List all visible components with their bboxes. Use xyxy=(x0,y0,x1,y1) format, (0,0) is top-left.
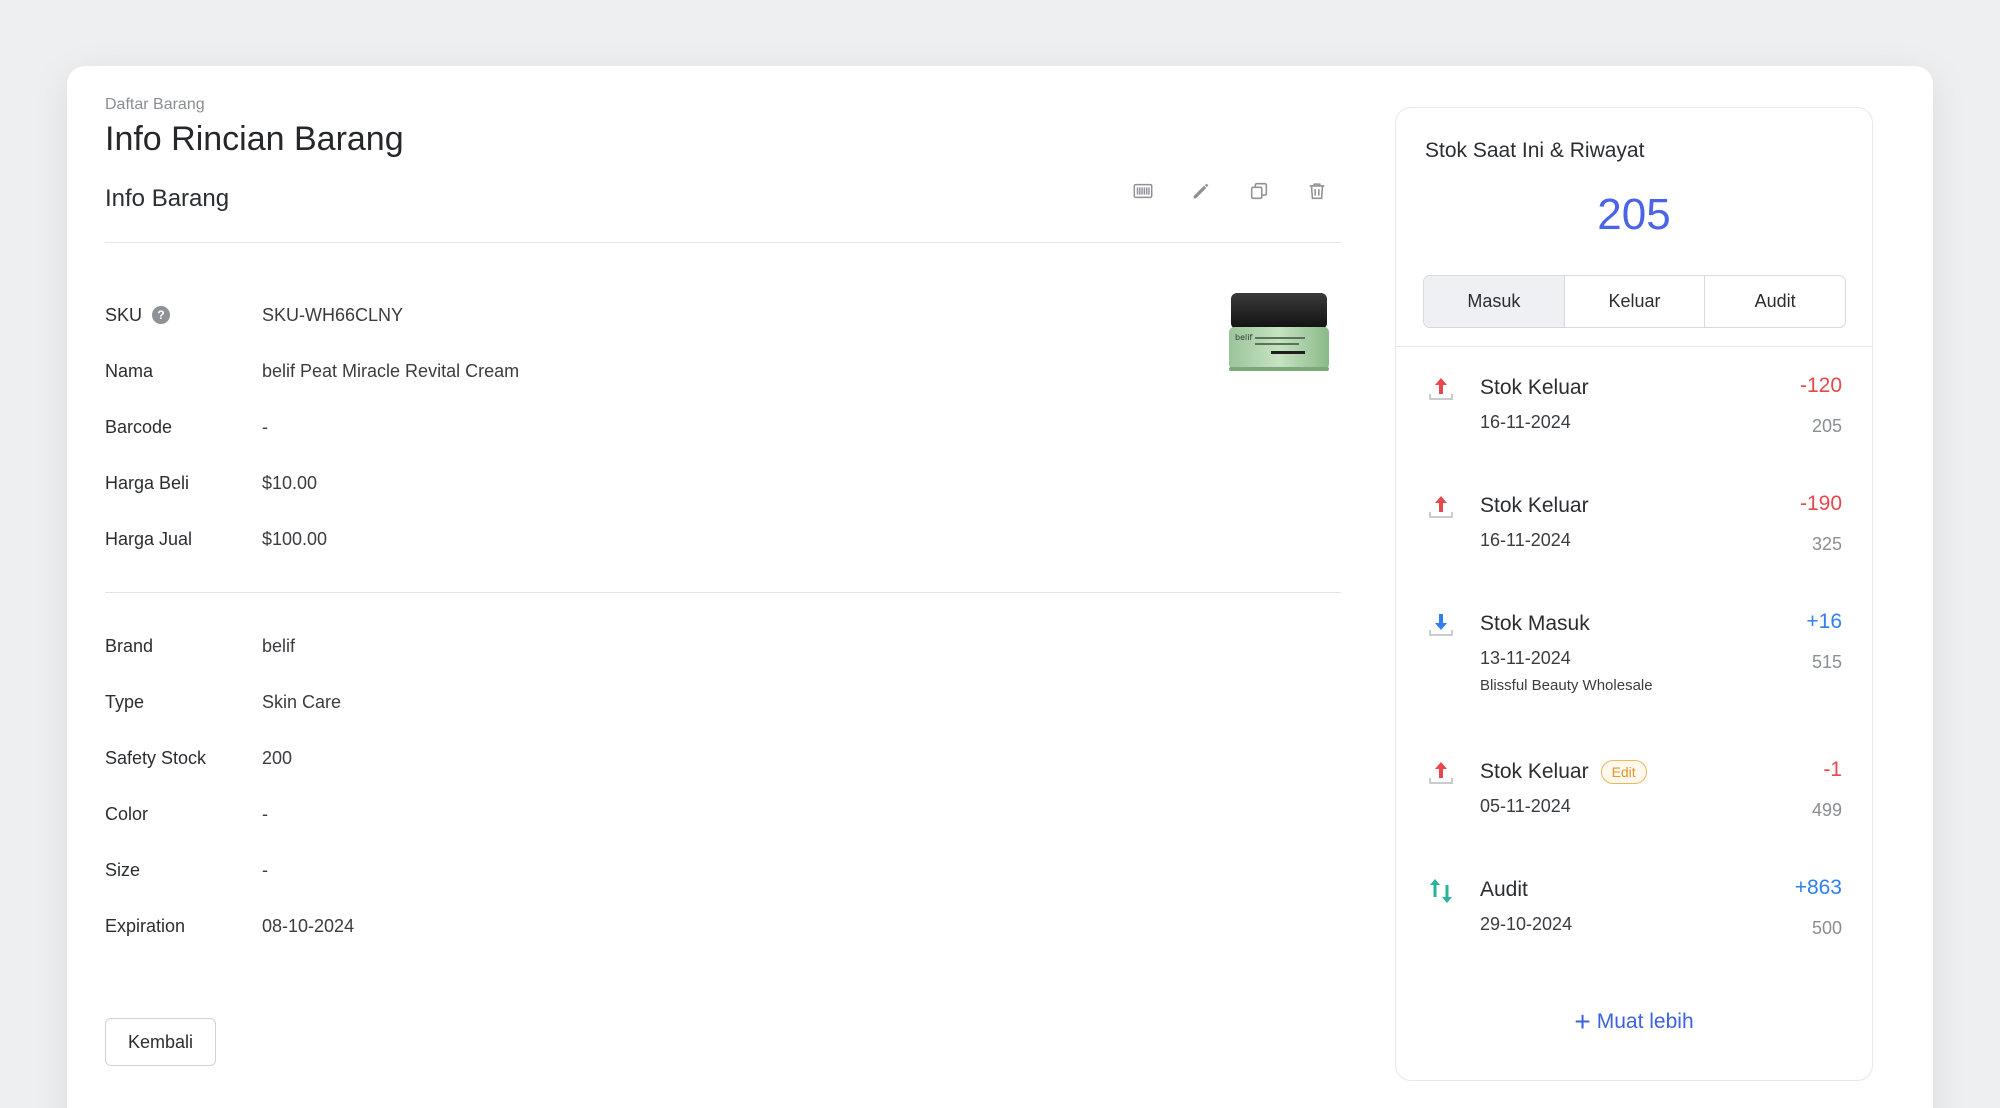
pencil-icon xyxy=(1193,183,1209,199)
barcode-icon xyxy=(1133,183,1153,199)
history-date: 16-11-2024 xyxy=(1480,530,1571,550)
field-row-sku: SKU ? SKU-WH66CLNY xyxy=(105,287,1341,343)
tab-audit[interactable]: Audit xyxy=(1704,276,1845,327)
history-date: 29-10-2024 xyxy=(1480,914,1573,934)
back-button[interactable]: Kembali xyxy=(105,1018,217,1066)
field-label: Color xyxy=(105,803,149,824)
history-date: 05-11-2024 xyxy=(1480,796,1571,816)
secondary-fields: Brand belif Type Skin Care Safety Stock … xyxy=(105,618,1341,954)
history-title: Stok Keluar xyxy=(1480,494,1589,517)
arrow-up-icon xyxy=(1429,378,1453,400)
history-item[interactable]: Audit +863 29-10-2024 500 xyxy=(1396,874,1872,992)
stock-panel-title: Stok Saat Ini & Riwayat xyxy=(1425,139,1645,162)
divider xyxy=(105,592,1341,593)
field-value: Skin Care xyxy=(262,691,342,712)
field-row-size: Size - xyxy=(105,842,1341,898)
history-delta: +863 xyxy=(1794,876,1842,899)
history-title: Stok Masuk xyxy=(1480,612,1590,635)
history-note: Blissful Beauty Wholesale xyxy=(1480,677,1653,694)
field-label: Type xyxy=(105,691,145,712)
copy-icon xyxy=(1250,182,1268,200)
barcode-button[interactable] xyxy=(1131,179,1155,203)
history-list: Stok Keluar -120 16-11-2024 205 Stok Kel… xyxy=(1396,372,1872,992)
field-value: - xyxy=(262,416,268,437)
field-row-color: Color - xyxy=(105,786,1341,842)
history-tabs: Masuk Keluar Audit xyxy=(1423,275,1846,328)
history-balance: 515 xyxy=(1811,652,1842,672)
section-header: Info Barang xyxy=(105,182,1341,243)
trash-icon xyxy=(1309,183,1325,200)
history-date: 16-11-2024 xyxy=(1480,412,1571,432)
edit-badge: Edit xyxy=(1600,760,1647,784)
plus-icon: + xyxy=(1574,1006,1591,1037)
field-label: SKU xyxy=(105,304,143,325)
field-value: belif xyxy=(262,635,296,656)
field-value: $10.00 xyxy=(262,472,318,493)
history-balance: 500 xyxy=(1811,918,1842,938)
field-label: Expiration xyxy=(105,915,186,936)
field-value: 08-10-2024 xyxy=(262,915,355,936)
primary-fields: belif SKU ? SKU-WH66CLNY Nama belif Peat… xyxy=(105,287,1341,567)
history-title: Stok Keluar xyxy=(1480,376,1589,399)
tab-keluar[interactable]: Keluar xyxy=(1563,276,1705,327)
product-label: belif xyxy=(1235,333,1252,342)
field-row-safety-stock: Safety Stock 200 xyxy=(105,730,1341,786)
history-delta: +16 xyxy=(1806,610,1842,633)
page-title: Info Rincian Barang xyxy=(105,120,404,158)
history-title: Audit xyxy=(1480,878,1528,901)
current-stock-value: 205 xyxy=(1597,190,1671,239)
history-delta: -190 xyxy=(1799,492,1842,515)
field-value: belif Peat Miracle Revital Cream xyxy=(262,360,520,381)
arrow-up-icon xyxy=(1429,762,1453,784)
history-balance: 205 xyxy=(1811,416,1842,436)
field-row-name: Nama belif Peat Miracle Revital Cream xyxy=(105,343,1341,399)
product-image: belif xyxy=(1229,293,1329,371)
field-row-brand: Brand belif xyxy=(105,618,1341,674)
field-value: $100.00 xyxy=(262,528,328,549)
field-value: - xyxy=(262,859,268,880)
delete-button[interactable] xyxy=(1305,179,1329,203)
item-toolbar xyxy=(1131,179,1329,203)
history-balance: 499 xyxy=(1811,800,1842,820)
field-label: Harga Jual xyxy=(105,528,193,549)
item-info-panel: Daftar Barang Info Rincian Barang Info B… xyxy=(105,96,1341,1066)
arrow-up-icon xyxy=(1429,496,1453,518)
field-label: Size xyxy=(105,859,141,880)
field-row-expiration: Expiration 08-10-2024 xyxy=(105,898,1341,954)
arrow-down-icon xyxy=(1429,614,1453,636)
field-row-barcode: Barcode - xyxy=(105,399,1341,455)
duplicate-button[interactable] xyxy=(1247,179,1271,203)
history-delta: -120 xyxy=(1799,374,1842,397)
swap-arrows-icon xyxy=(1430,879,1452,903)
field-value: SKU-WH66CLNY xyxy=(262,304,404,325)
history-date: 13-11-2024 xyxy=(1480,648,1571,668)
help-icon[interactable]: ? xyxy=(152,306,171,324)
history-title: Stok Keluar xyxy=(1480,760,1589,783)
tab-masuk[interactable]: Masuk xyxy=(1424,276,1564,327)
load-more-button[interactable]: + Muat lebih xyxy=(1396,1006,1872,1038)
item-detail-card: Daftar Barang Info Rincian Barang Info B… xyxy=(67,66,1933,1108)
history-balance: 325 xyxy=(1811,534,1842,554)
load-more-label: Muat lebih xyxy=(1596,1010,1694,1033)
field-row-type: Type Skin Care xyxy=(105,674,1341,730)
breadcrumb[interactable]: Daftar Barang xyxy=(105,96,1341,114)
history-item[interactable]: Stok Keluar -120 16-11-2024 205 xyxy=(1396,372,1872,490)
field-value: - xyxy=(262,803,268,824)
field-label: Nama xyxy=(105,360,154,381)
edit-button[interactable] xyxy=(1189,179,1213,203)
history-delta: -1 xyxy=(1823,758,1842,781)
field-label: Brand xyxy=(105,635,154,656)
field-label: Harga Beli xyxy=(105,472,190,493)
field-label: Barcode xyxy=(105,416,173,437)
field-value: 200 xyxy=(262,747,293,768)
stock-history-panel: Stok Saat Ini & Riwayat 205 Masuk Keluar… xyxy=(1395,107,1873,1081)
divider xyxy=(1396,346,1872,347)
history-item[interactable]: Stok Masuk +16 13-11-2024 515 Blissful B… xyxy=(1396,608,1872,756)
field-row-sell-price: Harga Jual $100.00 xyxy=(105,511,1341,567)
history-item[interactable]: Stok Keluar -190 16-11-2024 325 xyxy=(1396,490,1872,608)
field-label: Safety Stock xyxy=(105,747,207,768)
history-item[interactable]: Stok Keluar Edit -1 05-11-2024 499 xyxy=(1396,756,1872,874)
field-row-buy-price: Harga Beli $10.00 xyxy=(105,455,1341,511)
